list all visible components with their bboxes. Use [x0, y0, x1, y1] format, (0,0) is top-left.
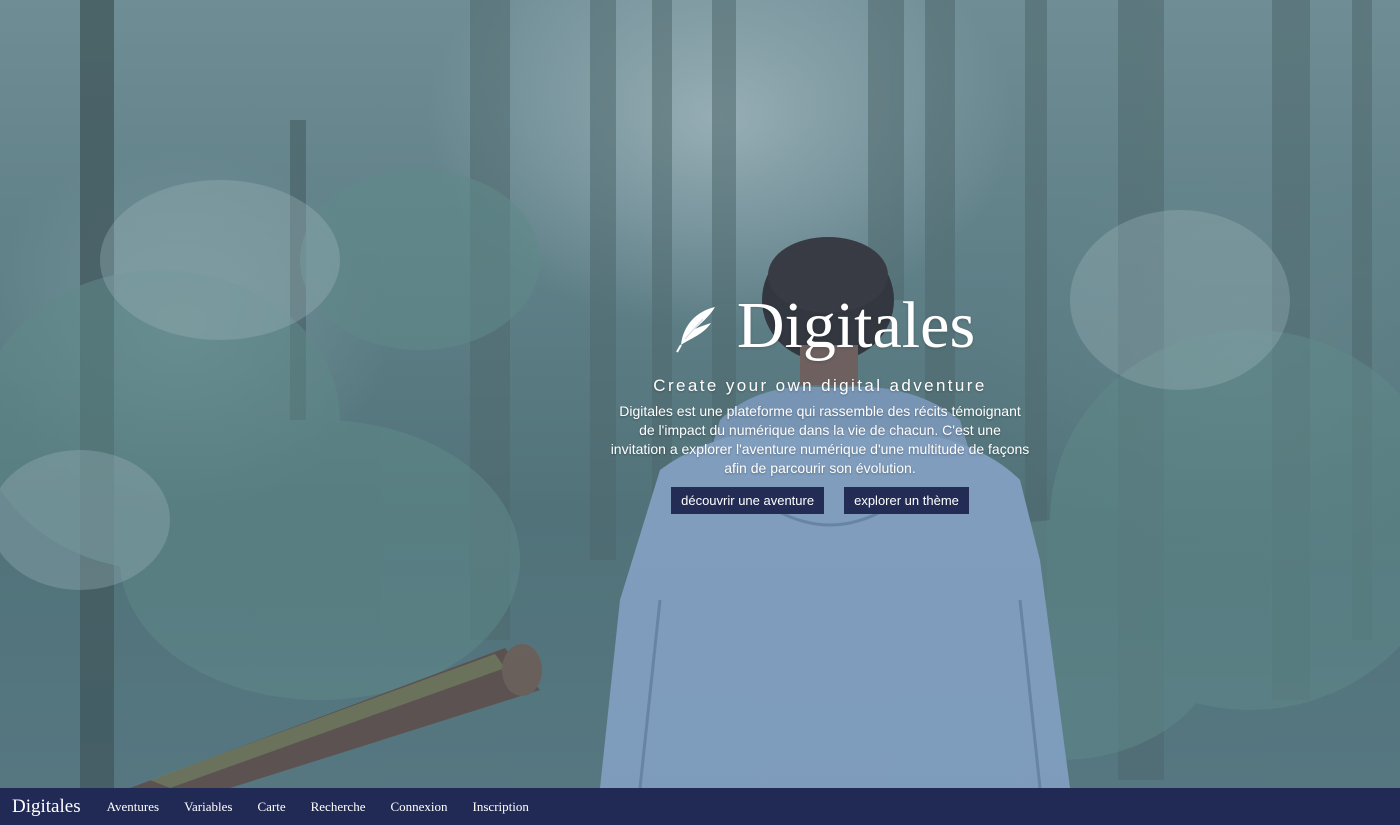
bottom-navbar: Digitales Aventures Variables Carte Rech…: [0, 788, 1400, 825]
hero-subtitle: Create your own digital adventure: [653, 376, 987, 395]
nav-link-aventures[interactable]: Aventures: [107, 799, 159, 815]
hero-title: Digitales: [736, 289, 976, 362]
nav-link-recherche[interactable]: Recherche: [311, 799, 366, 815]
explore-theme-button[interactable]: explorer un thème: [844, 487, 969, 514]
nav-link-inscription[interactable]: Inscription: [473, 799, 529, 815]
nav-brand-link[interactable]: Digitales: [12, 796, 81, 818]
discover-adventure-button[interactable]: découvrir une aventure: [671, 487, 825, 514]
hero-content: Digitales Create your own digital advent…: [600, 290, 1040, 514]
feather-icon: [675, 295, 737, 358]
hero-buttons: découvrir une aventure explorer un thème: [600, 487, 1040, 514]
nav-link-carte[interactable]: Carte: [257, 799, 285, 815]
brand-row: Digitales: [610, 290, 1040, 362]
nav-link-variables[interactable]: Variables: [184, 799, 232, 815]
hero-description: Digitales est une plateforme qui rassemb…: [610, 403, 1030, 476]
nav-link-connexion[interactable]: Connexion: [390, 799, 447, 815]
